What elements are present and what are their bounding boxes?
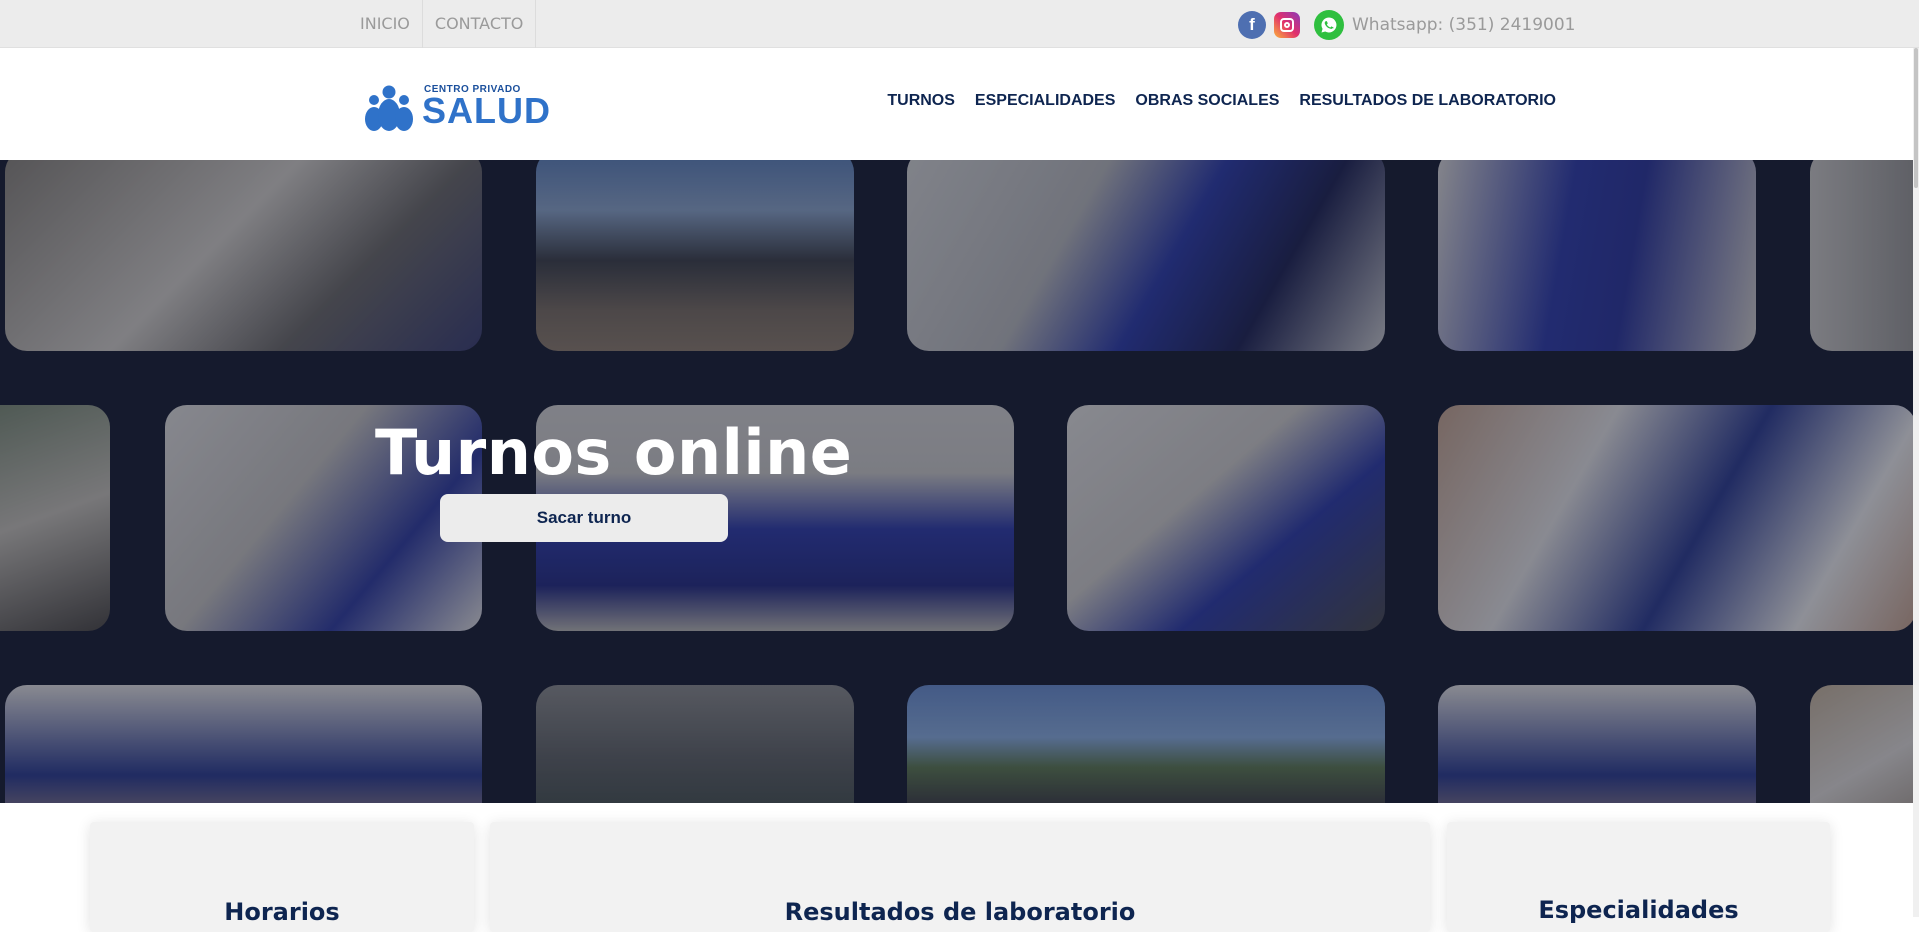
hero-photo-tile xyxy=(1810,685,1919,803)
hero-photo-tile xyxy=(1438,160,1756,351)
logo-title: SALUD xyxy=(422,90,551,131)
site-header: CENTRO PRIVADO SALUD TURNOS ESPECIALIDAD… xyxy=(0,48,1919,160)
nav-especialidades[interactable]: ESPECIALIDADES xyxy=(975,92,1115,110)
hero-photo-tile xyxy=(1067,405,1385,631)
hero-photo-tile xyxy=(907,685,1385,803)
hero-photo-tile xyxy=(1810,160,1919,351)
top-bar: INICIO CONTACTO f Whatsapp: (351) 241900… xyxy=(0,0,1919,48)
hero-photo-tile xyxy=(5,160,482,351)
top-nav-contacto[interactable]: CONTACTO xyxy=(423,0,537,48)
card-title: Horarios xyxy=(224,898,340,926)
whatsapp-icon[interactable] xyxy=(1314,10,1344,40)
card-resultados-laboratorio[interactable]: Resultados de laboratorio xyxy=(490,822,1430,932)
hero-photo-tile xyxy=(1438,685,1756,803)
site-logo[interactable]: CENTRO PRIVADO SALUD xyxy=(362,78,562,132)
nav-obras-sociales[interactable]: OBRAS SOCIALES xyxy=(1135,92,1279,110)
logo-people-icon xyxy=(365,85,413,131)
top-nav: INICIO CONTACTO xyxy=(347,0,537,48)
scrollbar-thumb[interactable] xyxy=(1914,48,1918,188)
hero-title: Turnos online xyxy=(375,416,853,489)
nav-turnos[interactable]: TURNOS xyxy=(887,92,955,110)
main-nav: TURNOS ESPECIALIDADES OBRAS SOCIALES RES… xyxy=(887,92,1556,110)
instagram-icon[interactable] xyxy=(1274,12,1300,38)
sacar-turno-button[interactable]: Sacar turno xyxy=(440,494,728,542)
nav-resultados-laboratorio[interactable]: RESULTADOS DE LABORATORIO xyxy=(1299,92,1556,110)
hero-photo-tile xyxy=(5,685,482,803)
hero-photo-tile xyxy=(0,405,110,631)
hero-section: Turnos online Sacar turno xyxy=(0,160,1919,803)
whatsapp-link[interactable]: Whatsapp: (351) 2419001 xyxy=(1352,15,1575,35)
hero-photo-tile xyxy=(536,160,854,351)
card-horarios[interactable]: Horarios xyxy=(90,822,474,932)
top-nav-inicio[interactable]: INICIO xyxy=(347,0,423,48)
card-title: Especialidades xyxy=(1538,896,1739,924)
social-links: f Whatsapp: (351) 2419001 xyxy=(1238,10,1575,40)
hero-photo-tile xyxy=(907,160,1385,351)
card-especialidades[interactable]: Especialidades xyxy=(1447,822,1830,932)
card-title: Resultados de laboratorio xyxy=(784,898,1136,926)
hero-photo-tile xyxy=(1438,405,1916,631)
facebook-icon[interactable]: f xyxy=(1238,11,1266,39)
page-scrollbar[interactable] xyxy=(1913,48,1919,917)
hero-photo-tile xyxy=(536,685,854,803)
